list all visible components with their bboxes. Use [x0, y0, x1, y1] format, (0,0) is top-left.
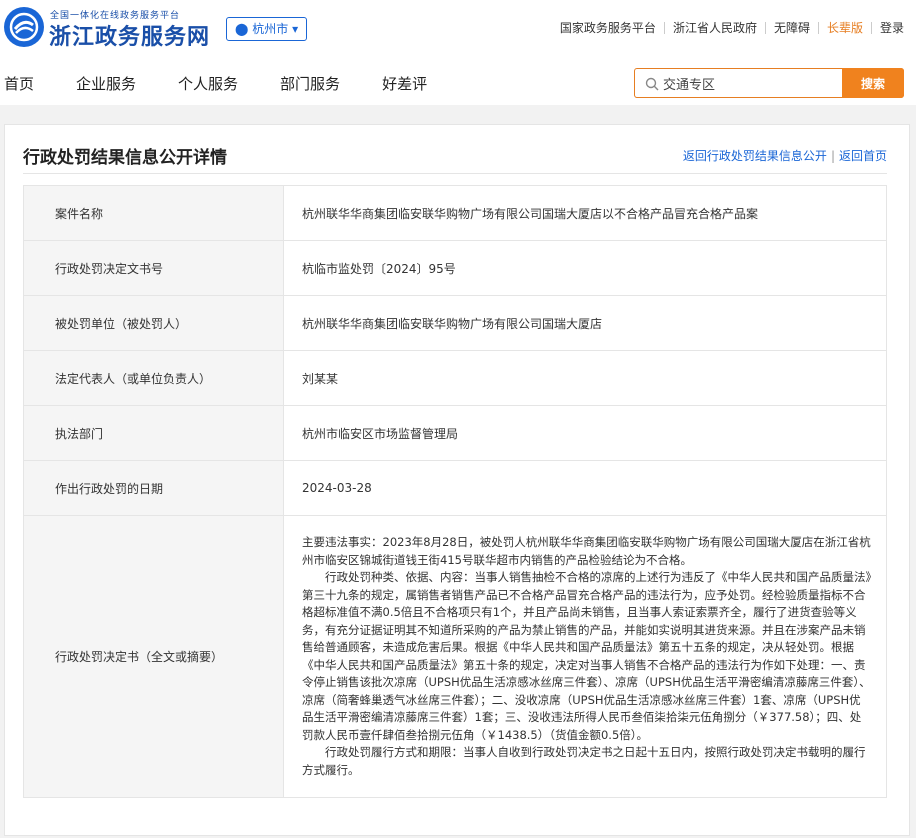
table-row: 法定代表人（或单位负责人） 刘某某	[23, 350, 887, 406]
divider: |	[830, 149, 835, 163]
nav-enterprise[interactable]: 企业服务	[76, 70, 136, 98]
link-national-platform[interactable]: 国家政务服务平台	[560, 19, 656, 36]
link-accessibility[interactable]: 无障碍	[774, 19, 810, 36]
row-label: 作出行政处罚的日期	[23, 460, 284, 516]
table-row: 执法部门 杭州市临安区市场监督管理局	[23, 405, 887, 461]
row-value: 杭州联华华商集团临安联华购物广场有限公司国瑞大厦店以不合格产品冒充合格产品案	[283, 185, 887, 241]
nav-rating[interactable]: 好差评	[382, 70, 427, 98]
search-box: 搜索	[634, 68, 904, 98]
site-logo-icon[interactable]	[4, 7, 44, 47]
search-input[interactable]	[663, 72, 843, 94]
city-name: 杭州市	[252, 22, 289, 36]
nav-department[interactable]: 部门服务	[280, 70, 340, 98]
location-pin-icon: ⬤	[235, 22, 249, 36]
detail-table: 案件名称 杭州联华华商集团临安联华购物广场有限公司国瑞大厦店以不合格产品冒充合格…	[23, 185, 887, 798]
decision-penalty: 行政处罚种类、依据、内容：当事人销售抽检不合格的凉席的上述行为违反了《中华人民共…	[302, 570, 872, 742]
divider	[23, 173, 887, 174]
row-value: 杭临市监处罚〔2024〕95号	[283, 240, 887, 296]
row-value: 杭州联华华商集团临安联华购物广场有限公司国瑞大厦店	[283, 295, 887, 351]
link-elder-mode[interactable]: 长辈版	[827, 19, 863, 36]
decision-execution: 行政处罚履行方式和期限：当事人自收到行政处罚决定书之日起十五日内，按照行政处罚决…	[302, 745, 866, 777]
row-label: 法定代表人（或单位负责人）	[23, 350, 284, 406]
divider	[817, 21, 819, 34]
site-header: 全国一体化在线政务服务平台 浙江政务服务网 ⬤ 杭州市 ▾ 国家政务服务平台 浙…	[0, 0, 916, 105]
back-to-home-link[interactable]: 返回首页	[839, 149, 887, 163]
logo-title[interactable]: 浙江政务服务网	[49, 19, 210, 51]
back-links: 返回行政处罚结果信息公开 | 返回首页	[683, 147, 887, 164]
link-zhejiang-gov[interactable]: 浙江省人民政府	[673, 19, 757, 36]
nav-home[interactable]: 首页	[4, 70, 34, 98]
decision-text: 主要违法事实：2023年8月28日，被处罚人杭州联华华商集团临安联华购物广场有限…	[283, 515, 887, 798]
decision-facts: 主要违法事实：2023年8月28日，被处罚人杭州联华华商集团临安联华购物广场有限…	[302, 535, 871, 567]
divider	[764, 21, 766, 34]
divider	[870, 21, 872, 34]
detail-panel: 行政处罚结果信息公开详情 返回行政处罚结果信息公开 | 返回首页 案件名称 杭州联华…	[4, 124, 910, 836]
row-value: 杭州市临安区市场监督管理局	[283, 405, 887, 461]
search-icon	[645, 76, 659, 95]
row-value: 2024-03-28	[283, 460, 887, 516]
top-links: 国家政务服务平台 浙江省人民政府 无障碍 长辈版 登录	[560, 19, 904, 36]
table-row: 被处罚单位（被处罚人） 杭州联华华商集团临安联华购物广场有限公司国瑞大厦店	[23, 295, 887, 351]
table-row: 作出行政处罚的日期 2024-03-28	[23, 460, 887, 516]
row-label: 案件名称	[23, 185, 284, 241]
main-nav: 首页 企业服务 个人服务 部门服务 好差评	[0, 70, 465, 98]
table-row: 行政处罚决定书（全文或摘要） 主要违法事实：2023年8月28日，被处罚人杭州联…	[23, 515, 887, 798]
page-title: 行政处罚结果信息公开详情	[23, 148, 227, 168]
divider	[663, 21, 665, 34]
nav-personal[interactable]: 个人服务	[178, 70, 238, 98]
row-label: 行政处罚决定书（全文或摘要）	[23, 515, 284, 798]
link-login[interactable]: 登录	[880, 19, 904, 36]
row-label: 执法部门	[23, 405, 284, 461]
search-button[interactable]: 搜索	[842, 68, 904, 98]
table-row: 行政处罚决定文书号 杭临市监处罚〔2024〕95号	[23, 240, 887, 296]
caret-down-icon: ▾	[292, 22, 299, 36]
row-value: 刘某某	[283, 350, 887, 406]
row-label: 被处罚单位（被处罚人）	[23, 295, 284, 351]
back-to-list-link[interactable]: 返回行政处罚结果信息公开	[683, 149, 827, 163]
row-label: 行政处罚决定文书号	[23, 240, 284, 296]
city-selector[interactable]: ⬤ 杭州市 ▾	[226, 17, 308, 41]
table-row: 案件名称 杭州联华华商集团临安联华购物广场有限公司国瑞大厦店以不合格产品冒充合格…	[23, 185, 887, 241]
